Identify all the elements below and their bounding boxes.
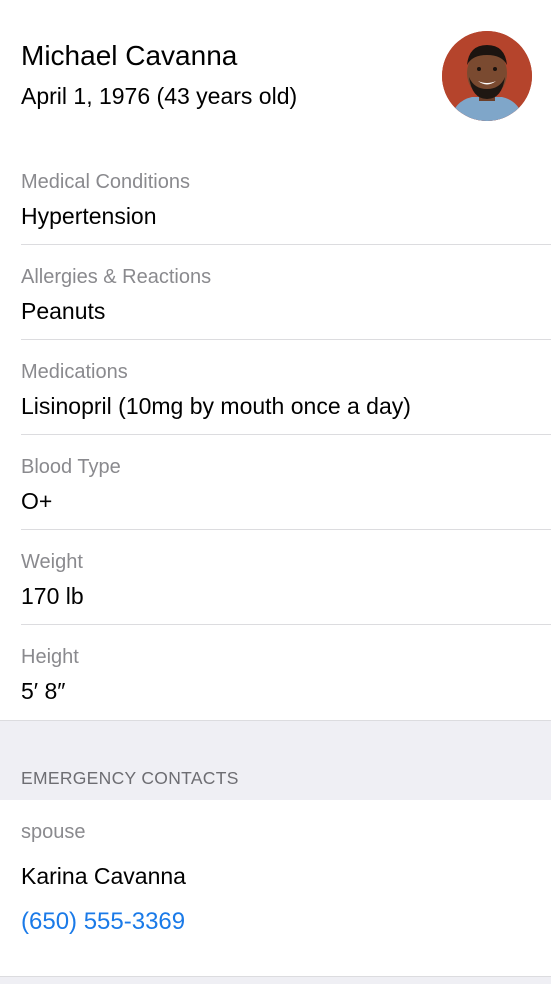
field-value: Lisinopril (10mg by mouth once a day)	[21, 393, 411, 419]
profile-header: Michael Cavanna April 1, 1976 (43 years …	[0, 0, 551, 140]
field-height: Height 5′ 8″	[0, 625, 551, 720]
field-value: Hypertension	[21, 203, 157, 229]
field-value: O+	[21, 488, 53, 514]
emergency-contact-card[interactable]: spouse Karina Cavanna (650) 555-3369	[0, 800, 551, 976]
field-value: 170 lb	[21, 583, 84, 609]
field-allergies: Allergies & Reactions Peanuts	[0, 245, 551, 340]
contact-phone-link[interactable]: (650) 555-3369	[21, 908, 185, 936]
field-label: Medical Conditions	[21, 171, 190, 193]
field-label: Blood Type	[21, 456, 121, 478]
field-label: Allergies & Reactions	[21, 266, 212, 288]
field-medications: Medications Lisinopril (10mg by mouth on…	[0, 340, 551, 435]
contact-relation: spouse	[21, 821, 86, 843]
contact-name: Karina Cavanna	[21, 863, 186, 889]
field-weight: Weight 170 lb	[0, 530, 551, 625]
avatar-photo	[442, 31, 532, 121]
field-value: Peanuts	[21, 298, 106, 324]
emergency-contacts-header: EMERGENCY CONTACTS	[0, 720, 551, 801]
field-value: 5′ 8″	[21, 678, 66, 704]
avatar	[442, 31, 532, 121]
field-label: Height	[21, 646, 79, 668]
section-title: EMERGENCY CONTACTS	[21, 768, 239, 788]
profile-name: Michael Cavanna	[21, 40, 238, 71]
field-blood-type: Blood Type O+	[0, 435, 551, 530]
field-label: Weight	[21, 551, 83, 573]
profile-birthdate: April 1, 1976 (43 years old)	[21, 83, 298, 109]
field-medical-conditions: Medical Conditions Hypertension	[0, 150, 551, 245]
field-label: Medications	[21, 361, 128, 383]
